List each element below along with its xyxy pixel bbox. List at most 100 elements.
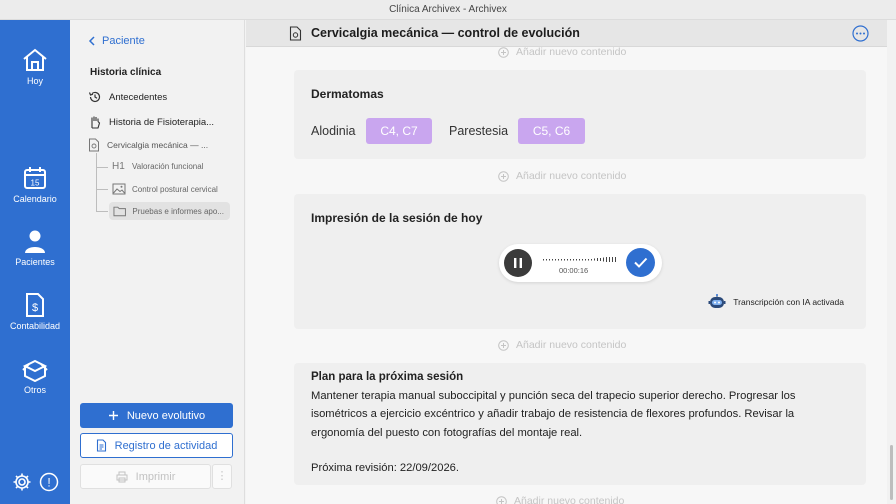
history-icon — [88, 91, 101, 103]
subitem-label: Valoración funcional — [132, 162, 204, 171]
tree-connector — [96, 153, 97, 211]
tree-connector — [96, 189, 108, 190]
sidebar-item-label: Antecedentes — [109, 91, 168, 103]
nav-item-label: Calendario — [13, 194, 57, 204]
add-label: Añadir nuevo contenido — [516, 339, 627, 351]
box-icon — [22, 359, 48, 382]
pause-button[interactable] — [504, 249, 532, 277]
nav-item-contabilidad[interactable]: $ Contabilidad — [0, 292, 70, 331]
subitem-pruebas-informes[interactable]: Pruebas e informes apo... — [109, 202, 230, 220]
alodinia-chip[interactable]: C4, C7 — [366, 118, 432, 144]
button-label: Nuevo evolutivo — [126, 409, 206, 422]
ia-transcription-status: Transcripción con IA activada — [708, 294, 844, 310]
plus-circle-icon — [498, 339, 509, 351]
alert-icon[interactable]: ! — [39, 472, 59, 492]
subitem-control-postural[interactable]: Control postural cervical — [112, 183, 218, 195]
document-icon — [96, 439, 106, 452]
check-icon — [634, 257, 648, 268]
scrollbar-thumb[interactable] — [890, 445, 893, 500]
parestesia-chip[interactable]: C5, C6 — [518, 118, 585, 144]
document-icon — [289, 26, 302, 41]
person-icon — [25, 230, 45, 253]
subitem-valoracion-funcional[interactable]: H1 Valoración funcional — [112, 161, 203, 172]
plus-circle-icon — [496, 495, 507, 504]
window-title: Clínica Archivex - Archivex — [0, 0, 896, 20]
tree-connector — [96, 167, 108, 168]
plan-text[interactable]: Mantener terapia manual suboccipital y p… — [311, 387, 841, 442]
button-label: Imprimir — [135, 470, 176, 483]
nav-item-label: Pacientes — [15, 257, 55, 267]
sidebar-item-label: Cervicalgia mecánica — ... — [107, 140, 209, 150]
parestesia-label: Parestesia — [449, 124, 509, 138]
heading-icon: H1 — [112, 161, 125, 172]
page-title: Cervicalgia mecánica — control de evoluc… — [311, 26, 580, 40]
sidebar-item-label: Historia de Fisioterapia... — [109, 116, 215, 128]
document-body: Añadir nuevo contenido Dermatomas Alodin… — [246, 47, 887, 504]
document-header: Cervicalgia mecánica — control de evoluc… — [246, 20, 887, 47]
sidebar-item-historia-fisioterapia[interactable]: Historia de Fisioterapia... — [88, 115, 214, 129]
nav-item-otros[interactable]: Otros — [0, 356, 70, 395]
robot-icon — [708, 294, 726, 308]
audio-recorder: 00:00:16 — [499, 244, 662, 282]
dermatomas-card: Dermatomas Alodinia C4, C7 Parestesia C5… — [294, 70, 866, 159]
button-label: Registro de actividad — [114, 439, 218, 452]
plus-circle-icon — [498, 170, 509, 182]
sidebar-item-antecedentes[interactable]: Antecedentes — [88, 90, 167, 104]
nav-item-label: Contabilidad — [9, 321, 61, 331]
ia-label: Transcripción con IA activada — [733, 297, 844, 307]
new-evolutivo-button[interactable]: Nuevo evolutivo — [80, 403, 233, 428]
waveform-icon — [543, 257, 616, 262]
plus-circle-icon — [498, 47, 509, 58]
plan-card: Plan para la próxima sesión Mantener ter… — [294, 363, 866, 485]
document-icon — [89, 138, 99, 152]
recording-time: 00:00:16 — [559, 266, 589, 275]
add-label: Añadir nuevo contenido — [516, 170, 627, 182]
card-title: Impresión de la sesión de hoy — [311, 211, 483, 225]
back-label: Paciente — [102, 35, 145, 47]
gear-icon[interactable] — [12, 472, 32, 492]
print-button[interactable]: Imprimir — [80, 464, 211, 489]
nav-item-hoy[interactable]: Hoy — [0, 47, 70, 86]
record-sidebar: Paciente Historia clínica Antecedentes H… — [70, 20, 245, 504]
nav-item-calendario[interactable]: 15 Calendario — [0, 165, 70, 204]
add-content-button[interactable]: Añadir nuevo contenido — [498, 47, 626, 58]
svg-text:$: $ — [32, 302, 38, 314]
svg-text:!: ! — [47, 476, 50, 490]
card-title: Dermatomas — [311, 87, 384, 101]
section-title: Historia clínica — [90, 67, 162, 78]
plus-icon — [108, 411, 118, 420]
chevron-left-icon — [88, 36, 95, 46]
main-nav-rail: Hoy 15 Calendario Pacientes $ Contabilid… — [0, 20, 70, 504]
hand-icon — [91, 116, 101, 129]
add-label: Añadir nuevo contenido — [516, 47, 627, 58]
nav-item-label: Otros — [23, 385, 46, 395]
nav-item-label: Hoy — [26, 76, 43, 86]
activity-log-button[interactable]: Registro de actividad — [80, 433, 233, 458]
printer-icon — [116, 471, 128, 482]
home-icon — [23, 48, 47, 71]
calendar-day: 15 — [31, 179, 40, 188]
card-title: Plan para la próxima sesión — [311, 371, 464, 383]
pause-icon — [514, 258, 522, 268]
add-content-button[interactable]: Añadir nuevo contenido — [496, 495, 624, 504]
alodinia-label: Alodinia — [311, 124, 356, 138]
add-label: Añadir nuevo contenido — [514, 495, 625, 504]
more-options-icon[interactable] — [852, 25, 869, 42]
rail-footer: ! — [0, 472, 70, 492]
sidebar-item-cervicalgia[interactable]: Cervicalgia mecánica — ... — [88, 138, 208, 152]
confirm-recording-button[interactable] — [626, 248, 655, 277]
main-scrollbar[interactable] — [887, 20, 896, 504]
next-review[interactable]: Próxima revisión: 22/09/2026. — [311, 462, 459, 474]
subitem-label: Control postural cervical — [132, 184, 218, 194]
tree-connector — [96, 211, 108, 212]
add-content-button[interactable]: Añadir nuevo contenido — [498, 339, 626, 351]
subitem-label: Pruebas e informes apo... — [132, 206, 224, 216]
invoice-icon: $ — [26, 293, 44, 317]
impresion-card: Impresión de la sesión de hoy 00:00:16 T… — [294, 194, 866, 329]
folder-icon — [113, 206, 126, 217]
back-to-patient-link[interactable]: Paciente — [88, 35, 145, 47]
add-content-button[interactable]: Añadir nuevo contenido — [498, 170, 626, 182]
nav-item-pacientes[interactable]: Pacientes — [0, 228, 70, 267]
more-options-button[interactable]: ⋮ — [212, 464, 232, 489]
calendar-icon: 15 — [24, 167, 46, 189]
